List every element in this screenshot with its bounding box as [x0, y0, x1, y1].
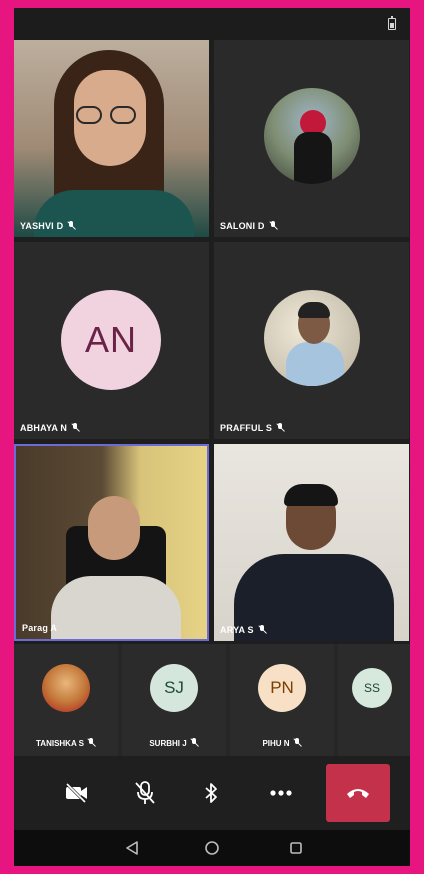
video-grid: YASHVI D SALONI D AN ABHAYA N PRAFFUL S … [14, 40, 410, 641]
participant-tile-arya[interactable]: ARYA S [214, 444, 409, 641]
avatar: SS [352, 668, 392, 708]
participant-strip: TANISHKA S SJ SURBHI J PN PIHU N SS [14, 644, 410, 756]
participant-tile-prafful[interactable]: PRAFFUL S [214, 242, 409, 439]
participant-mini-tanishka[interactable]: TANISHKA S [14, 644, 118, 756]
avatar [264, 88, 360, 184]
avatar: PN [258, 664, 306, 712]
participant-tile-yashvi[interactable]: YASHVI D [14, 40, 209, 237]
status-bar [14, 8, 410, 40]
recents-button[interactable] [284, 836, 308, 860]
call-controls [14, 756, 410, 830]
participant-name: ARYA S [220, 625, 267, 635]
camera-toggle-button[interactable] [52, 768, 102, 818]
recents-icon [290, 842, 302, 854]
participant-name: SURBHI J [122, 738, 226, 748]
bluetooth-icon [205, 783, 217, 803]
camera-off-icon [65, 782, 87, 804]
participant-tile-parag[interactable]: Parag A [14, 444, 209, 641]
participant-name: YASHVI D [20, 221, 76, 231]
avatar [42, 664, 90, 712]
mic-off-icon [189, 738, 199, 748]
participant-tile-saloni[interactable]: SALONI D [214, 40, 409, 237]
phone-screen: YASHVI D SALONI D AN ABHAYA N PRAFFUL S … [14, 8, 410, 866]
hang-up-icon [347, 789, 369, 798]
mic-off-icon [257, 625, 267, 635]
mic-off-icon [268, 221, 278, 231]
participant-mini-ss[interactable]: SS [338, 644, 410, 756]
audio-device-button[interactable] [186, 768, 236, 818]
more-options-button[interactable] [256, 768, 306, 818]
participant-mini-surbhi[interactable]: SJ SURBHI J [122, 644, 226, 756]
end-call-button[interactable] [326, 764, 390, 822]
battery-icon [388, 16, 396, 30]
mic-off-icon [86, 738, 96, 748]
mic-off-icon [292, 738, 302, 748]
participant-name: TANISHKA S [14, 738, 118, 748]
participant-name: PRAFFUL S [220, 423, 285, 433]
avatar [264, 290, 360, 386]
participant-name: SALONI D [220, 221, 278, 231]
participant-mini-pihu[interactable]: PN PIHU N [230, 644, 334, 756]
back-button[interactable] [120, 836, 144, 860]
mic-off-icon [135, 781, 155, 804]
avatar: SJ [150, 664, 198, 712]
participant-tile-abhaya[interactable]: AN ABHAYA N [14, 242, 209, 439]
system-navigation-bar [14, 830, 410, 866]
mic-off-icon [70, 423, 80, 433]
more-icon [270, 790, 292, 796]
mic-off-icon [275, 423, 285, 433]
home-button[interactable] [200, 836, 224, 860]
participant-name: ABHAYA N [20, 423, 80, 433]
home-icon [205, 841, 219, 855]
participant-name: PIHU N [230, 738, 334, 748]
mic-toggle-button[interactable] [120, 768, 170, 818]
avatar: AN [61, 290, 161, 390]
back-icon [126, 841, 138, 855]
mic-off-icon [66, 221, 76, 231]
participant-name: Parag A [22, 623, 58, 633]
